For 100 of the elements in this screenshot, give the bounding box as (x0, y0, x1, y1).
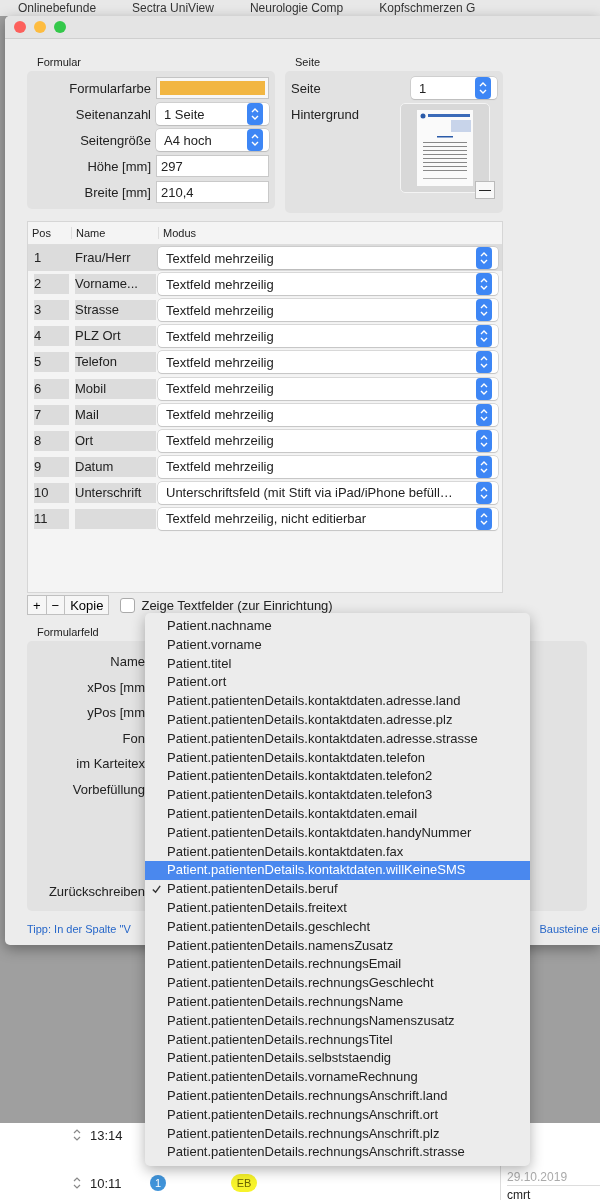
menu-item[interactable]: Patient.patientenDetails.beruf (145, 880, 530, 899)
table-cell: Mail (75, 404, 156, 425)
menu-item[interactable]: Patient.patientenDetails.rechnungsName (145, 992, 530, 1012)
menu-item[interactable]: Patient.patientenDetails.rechnungsAnschrift.land (145, 1086, 530, 1106)
menu-item[interactable]: Patient.patientenDetails.selbststaendig (145, 1049, 530, 1069)
table-row[interactable]: 9 Datum Textfeld mehrzeilig (28, 453, 502, 480)
popup-button[interactable]: Textfeld mehrzeilig (158, 455, 498, 478)
stepper-icon (476, 508, 492, 530)
table-cell: 6 (34, 378, 69, 399)
table-row[interactable]: 7 Mail Textfeld mehrzeilig (28, 401, 502, 428)
table-row[interactable]: 1 Frau/Herr Textfeld mehrzeilig (28, 245, 502, 272)
popup-button[interactable]: Textfeld mehrzeilig (158, 247, 498, 270)
menu-item[interactable]: Patient.patientenDetails.rechnungsGeschlecht (145, 974, 530, 993)
close-button[interactable] (14, 21, 26, 33)
table-cell: 10 (34, 482, 69, 503)
popup-button[interactable]: Textfeld mehrzeilig (158, 377, 498, 400)
table-row[interactable]: 3 Strasse Textfeld mehrzeilig (28, 297, 502, 324)
menu-item[interactable]: Patient.patientenDetails.rechnungsNamenszusatz (145, 1011, 530, 1031)
table-cell: 9 (34, 456, 69, 477)
column-header[interactable]: Modus (158, 227, 502, 239)
popup-button[interactable]: Textfeld mehrzeilig (158, 403, 498, 426)
tip-text: Tipp: In der Spalte "V (27, 923, 131, 935)
menu-item[interactable]: Patient.nachname (145, 617, 530, 636)
menu-item[interactable]: Patient.patientenDetails.kontaktdaten.fax (145, 842, 530, 862)
checkbox-label: Zeige Textfelder (zur Einrichtung) (141, 597, 333, 613)
menu-item[interactable]: Patient.patientenDetails.geschlecht (145, 917, 530, 937)
menu-item[interactable]: Patient.patientenDetails.kontaktdaten.telefon (145, 748, 530, 768)
menu-item[interactable]: Patient.vorname (145, 635, 530, 655)
bookmark-item[interactable]: Kopfschmerzen G (379, 1, 476, 15)
table-cell: PLZ Ort (75, 326, 156, 347)
table-cell: 5 (34, 352, 69, 373)
stepper-icon (476, 325, 492, 348)
tip-text: Bausteine ei (539, 923, 600, 935)
table-cell: 8 (34, 430, 69, 451)
bookmark-item[interactable]: Neurologie Comp (249, 1, 344, 15)
popup-button[interactable]: Textfeld mehrzeilig (158, 351, 498, 374)
popup-button[interactable]: A4 hoch (156, 129, 269, 151)
table-cell: Ort (75, 430, 156, 451)
field-label: yPos [mm (86, 704, 145, 722)
column-header[interactable]: Pos (28, 227, 71, 239)
popup-button[interactable]: Textfeld mehrzeilig (158, 325, 498, 348)
remove-button[interactable]: — (475, 181, 495, 199)
time-text: 10:11 (89, 1175, 123, 1191)
menu-item[interactable]: Patient.patientenDetails.rechnungsEmail (145, 955, 530, 975)
table-row[interactable]: 10 Unterschrift Unterschriftsfeld (mit Stift via iPad/iPhone befüll… (28, 479, 502, 506)
menu-item[interactable]: Patient.patientenDetails.kontaktdaten.adresse.strasse (145, 729, 530, 749)
menu-item[interactable]: Patient.patientenDetails.kontaktdaten.handyNummer (145, 823, 530, 843)
menu-item[interactable]: Patient.ort (145, 673, 530, 693)
stepper-icon (247, 103, 263, 125)
menu-item[interactable]: Patient.patientenDetails.rechnungsTitel (145, 1030, 530, 1050)
menu-item[interactable]: Patient.patientenDetails.freitext (145, 898, 530, 918)
toolbar-button[interactable]: Kopie (64, 595, 110, 615)
table-row[interactable]: 4 PLZ Ort Textfeld mehrzeilig (28, 323, 502, 350)
menu-item[interactable]: Patient.patientenDetails.kontaktdaten.adresse.land (145, 692, 530, 711)
stepper-icon (476, 429, 492, 452)
document-thumbnail-drawing[interactable] (400, 103, 490, 193)
menu-item[interactable]: Patient.patientenDetails.kontaktdaten.telefon3 (145, 786, 530, 805)
menu-item[interactable]: Patient.patientenDetails.kontaktdaten.telefon2 (145, 767, 530, 787)
sort-icon[interactable] (72, 1127, 82, 1143)
bookmark-item[interactable]: Onlinebefunde (18, 1, 97, 15)
group-title: Formularfeld (36, 625, 99, 639)
table-row[interactable]: 2 Vorname... Textfeld mehrzeilig (28, 271, 502, 298)
stepper-icon (476, 273, 492, 296)
column-header[interactable]: Name (71, 227, 158, 239)
table-cell: Vorname... (75, 274, 156, 295)
table-row[interactable]: 11 Textfeld mehrzeilig, nicht editierbar (28, 505, 502, 533)
menu-item[interactable]: Patient.patientenDetails.rechnungsAnschrift.strasse (145, 1143, 530, 1163)
stepper-icon (476, 455, 492, 478)
popup-button[interactable]: Textfeld mehrzeilig, nicht editierbar (158, 508, 498, 530)
popup-button[interactable]: Textfeld mehrzeilig (158, 429, 498, 452)
sort-icon[interactable] (72, 1175, 82, 1191)
input-field[interactable]: 297 (156, 155, 269, 177)
date-text: 29.10.2019 (507, 1170, 600, 1186)
field-label: Seitenanzahl (74, 106, 151, 122)
toolbar-button[interactable]: + (27, 595, 47, 615)
popup-button[interactable]: 1 Seite (156, 103, 269, 125)
checkbox[interactable] (120, 597, 136, 613)
toolbar-button[interactable]: − (45, 595, 66, 615)
table-cell: Strasse (75, 300, 156, 321)
menu-item[interactable]: Patient.patientenDetails.rechnungsAnschrift.plz (145, 1124, 530, 1144)
menu-item[interactable]: Patient.patientenDetails.namensZusatz (145, 936, 530, 956)
field-label: Höhe [mm] (86, 158, 151, 174)
menu-item[interactable]: Patient.patientenDetails.kontaktdaten.email (145, 804, 530, 824)
popup-button[interactable]: Unterschriftsfeld (mit Stift via iPad/iPhone befüll… (158, 481, 498, 504)
popup-button[interactable]: Textfeld mehrzeilig (158, 299, 498, 322)
popup-button[interactable]: 1 (411, 77, 497, 99)
table-row[interactable]: 5 Telefon Textfeld mehrzeilig (28, 349, 502, 376)
menu-item[interactable]: Patient.titel (145, 654, 530, 674)
zoom-button[interactable] (54, 21, 66, 33)
table-row[interactable]: 8 Ort Textfeld mehrzeilig (28, 427, 502, 454)
stepper-icon (247, 129, 263, 151)
table-row[interactable]: 6 Mobil Textfeld mehrzeilig (28, 375, 502, 402)
menu-item[interactable]: Patient.patientenDetails.kontaktdaten.adresse.plz (145, 711, 530, 730)
menu-item[interactable]: Patient.patientenDetails.vornameRechnung (145, 1068, 530, 1087)
minimize-button[interactable] (34, 21, 46, 33)
field-label: Seitengröße (79, 132, 151, 148)
popup-button[interactable]: Textfeld mehrzeilig (158, 273, 498, 296)
input-field[interactable]: 210,4 (156, 181, 269, 203)
bookmark-item[interactable]: Sectra UniView (132, 1, 214, 15)
menu-item[interactable]: Patient.patientenDetails.rechnungsAnschrift.ort (145, 1105, 530, 1125)
